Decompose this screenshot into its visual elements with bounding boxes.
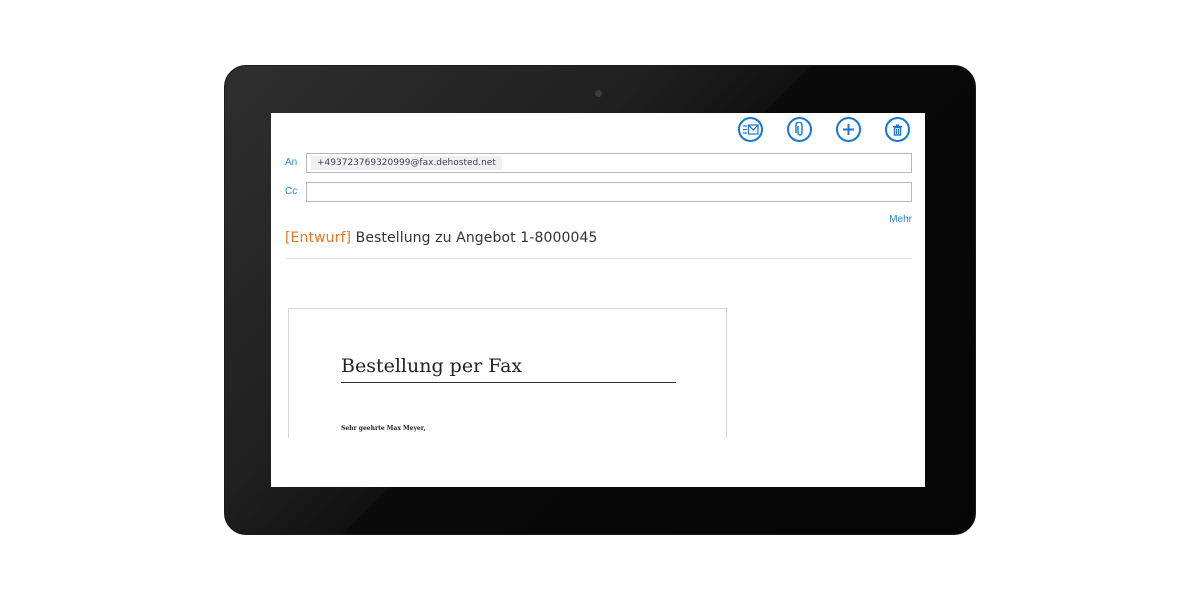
subject-divider [285,258,912,259]
draft-tag: [Entwurf] [285,230,352,246]
paperclip-icon [794,122,803,136]
to-field[interactable]: +493723769320999@fax.dehosted.net [306,153,912,173]
send-button[interactable] [738,117,763,142]
document-title: Bestellung per Fax [341,355,523,377]
delete-button[interactable] [885,117,910,142]
attach-button[interactable] [787,117,812,142]
add-button[interactable] [836,117,861,142]
plus-icon [843,124,854,135]
subject-text: Bestellung zu Angebot 1-8000045 [355,230,598,246]
camera-dot [595,90,602,97]
send-mail-icon [743,124,759,135]
to-label: An [285,157,298,168]
recipient-chip[interactable]: +493723769320999@fax.dehosted.net [311,156,502,170]
subject-line[interactable]: [Entwurf] Bestellung zu Angebot 1-800004… [285,230,598,246]
screen-bottom-area [271,438,925,487]
document-greeting: Sehr geehrte Max Meyer, [341,425,426,432]
more-link[interactable]: Mehr [889,214,912,225]
mail-compose-screen: An +493723769320999@fax.dehosted.net Cc … [271,113,925,487]
cc-label: Cc [285,186,298,197]
trash-icon [893,124,902,136]
cc-field[interactable] [306,182,912,202]
document-title-rule [341,382,676,383]
